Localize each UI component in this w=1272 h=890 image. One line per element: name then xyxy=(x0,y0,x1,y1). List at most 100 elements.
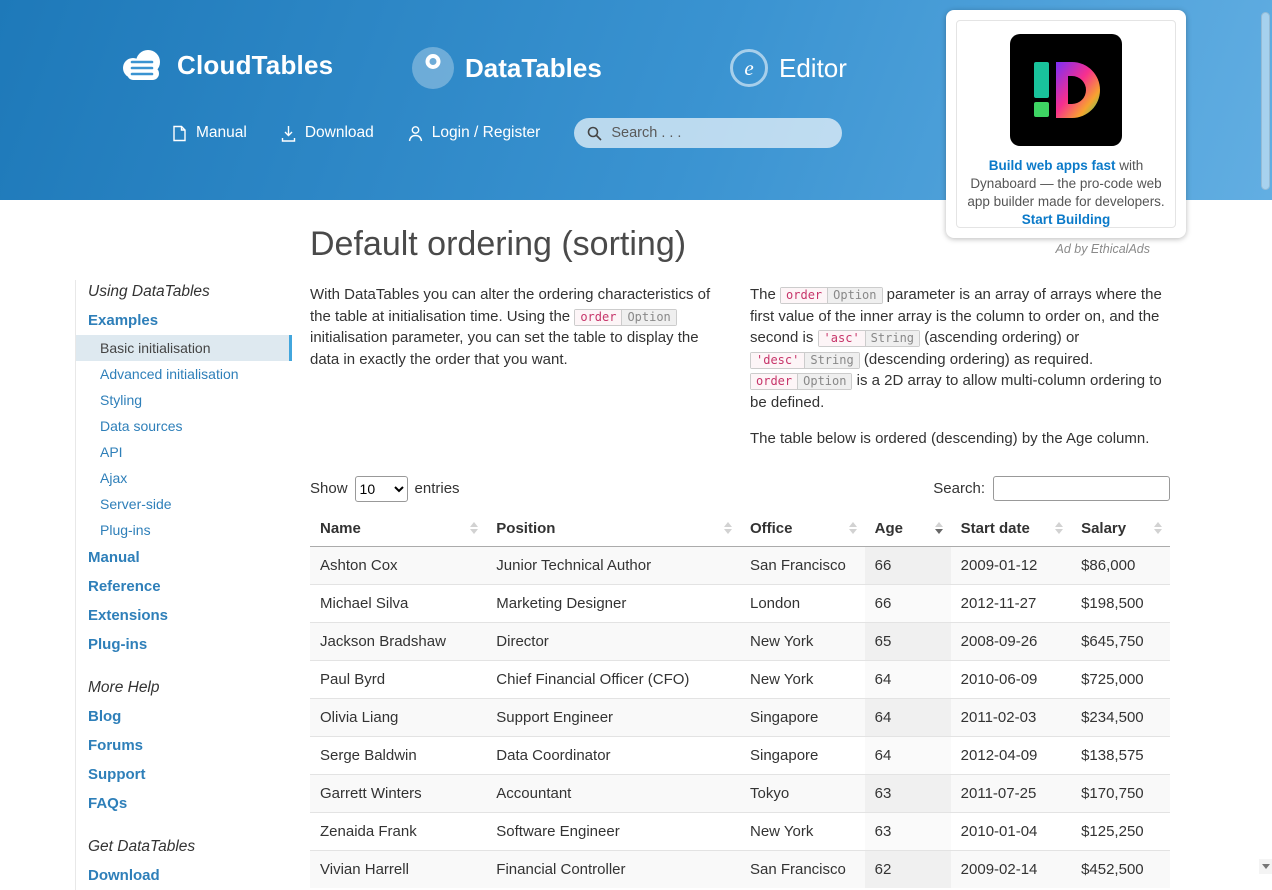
column-label: Age xyxy=(875,520,903,537)
code-tag-type: Option xyxy=(797,374,851,389)
sidebar-item-examples[interactable]: Examples xyxy=(76,306,292,335)
sidebar-item-support[interactable]: Support xyxy=(76,760,292,789)
page-length-select[interactable]: 10 xyxy=(355,476,408,502)
table-row[interactable]: Olivia LiangSupport EngineerSingapore642… xyxy=(310,698,1170,736)
cell-position: Financial Controller xyxy=(486,850,740,888)
table-search-input[interactable] xyxy=(993,476,1170,501)
sidebar-item-server-side[interactable]: Server-side xyxy=(76,491,292,517)
sidebar-item-plug-ins[interactable]: Plug-ins xyxy=(76,517,292,543)
sidebar-item-data-sources[interactable]: Data sources xyxy=(76,413,292,439)
entries-label: entries xyxy=(415,480,460,497)
code-tag-order[interactable]: orderOption xyxy=(780,287,882,304)
cell-office: Singapore xyxy=(740,698,865,736)
sidebar-item-styling[interactable]: Styling xyxy=(76,387,292,413)
column-header-salary[interactable]: Salary xyxy=(1071,511,1170,547)
sort-icons xyxy=(1154,522,1162,534)
scrollbar-thumb[interactable] xyxy=(1261,12,1270,190)
sort-asc-icon xyxy=(724,522,732,527)
cell-position: Accountant xyxy=(486,774,740,812)
cell-position: Data Coordinator xyxy=(486,736,740,774)
datatables-label: DataTables xyxy=(465,53,602,84)
table-row[interactable]: Zenaida FrankSoftware EngineerNew York63… xyxy=(310,812,1170,850)
cell-salary: $725,000 xyxy=(1071,660,1170,698)
code-tag-name: order xyxy=(781,288,827,303)
ad-link-build-web-apps[interactable]: Build web apps fast xyxy=(989,158,1116,173)
cell-start-date: 2011-07-25 xyxy=(951,774,1071,812)
column-header-name[interactable]: Name xyxy=(310,511,486,547)
column-header-start-date[interactable]: Start date xyxy=(951,511,1071,547)
editor-label: Editor xyxy=(779,53,847,84)
sidebar-item-basic-initialisation[interactable]: Basic initialisation xyxy=(76,335,292,361)
sidebar-item-plug-ins[interactable]: Plug-ins xyxy=(76,630,292,659)
sort-asc-icon xyxy=(849,522,857,527)
nav-manual-label: Manual xyxy=(196,124,247,142)
search-icon xyxy=(587,126,602,141)
data-table: Name Position Office Age Start dateSalary As… xyxy=(310,511,1170,888)
datatables-logo[interactable]: DataTables xyxy=(412,47,602,89)
table-row[interactable]: Paul ByrdChief Financial Officer (CFO)Ne… xyxy=(310,660,1170,698)
table-row[interactable]: Michael SilvaMarketing DesignerLondon662… xyxy=(310,584,1170,622)
code-tag-asc[interactable]: 'asc'String xyxy=(818,330,920,347)
download-icon xyxy=(281,125,296,142)
table-row[interactable]: Vivian HarrellFinancial ControllerSan Fr… xyxy=(310,850,1170,888)
cell-age: 64 xyxy=(865,660,951,698)
editor-logo[interactable]: e Editor xyxy=(730,49,847,87)
table-row[interactable]: Garrett WintersAccountantTokyo632011-07-… xyxy=(310,774,1170,812)
intro-text-segment: The xyxy=(750,286,780,303)
intro-left-paragraph: With DataTables you can alter the orderi… xyxy=(310,284,730,370)
user-icon xyxy=(408,125,423,142)
table-head: Name Position Office Age Start dateSalary xyxy=(310,511,1170,547)
table-row[interactable]: Serge BaldwinData CoordinatorSingapore64… xyxy=(310,736,1170,774)
sidebar-item-advanced-initialisation[interactable]: Advanced initialisation xyxy=(76,361,292,387)
code-tag-name: 'asc' xyxy=(819,331,865,346)
sidebar-item-faqs[interactable]: FAQs xyxy=(76,789,292,818)
header-search-input[interactable] xyxy=(611,125,829,141)
nav-login-register[interactable]: Login / Register xyxy=(408,124,541,142)
cloudtables-logo[interactable]: CloudTables xyxy=(118,47,333,83)
scrollbar[interactable] xyxy=(1259,0,1272,874)
cell-salary: $234,500 xyxy=(1071,698,1170,736)
nav-login-label: Login / Register xyxy=(432,124,541,142)
scrollbar-down-button[interactable] xyxy=(1259,859,1272,874)
table-row[interactable]: Jackson BradshawDirectorNew York652008-0… xyxy=(310,622,1170,660)
sort-desc-icon xyxy=(1055,529,1063,534)
sidebar-item-api[interactable]: API xyxy=(76,439,292,465)
sidebar-heading-more-help: More Help xyxy=(76,676,292,702)
intro: With DataTables you can alter the orderi… xyxy=(310,284,1170,450)
code-tag-order[interactable]: orderOption xyxy=(574,309,676,326)
sidebar-item-extensions[interactable]: Extensions xyxy=(76,601,292,630)
intro-right-paragraph: The orderOption parameter is an array of… xyxy=(750,284,1170,413)
cell-name: Paul Byrd xyxy=(310,660,486,698)
sort-icons xyxy=(1055,522,1063,534)
cell-position: Marketing Designer xyxy=(486,584,740,622)
code-tag-desc[interactable]: 'desc'String xyxy=(750,352,860,369)
cell-salary: $198,500 xyxy=(1071,584,1170,622)
sidebar-item-forums[interactable]: Forums xyxy=(76,731,292,760)
sort-asc-icon xyxy=(1055,522,1063,527)
cell-start-date: 2009-01-12 xyxy=(951,546,1071,584)
sidebar-item-blog[interactable]: Blog xyxy=(76,702,292,731)
nav-manual[interactable]: Manual xyxy=(172,124,247,142)
header-search[interactable] xyxy=(574,118,842,148)
table-row[interactable]: Ashton CoxJunior Technical AuthorSan Fra… xyxy=(310,546,1170,584)
sidebar-item-manual[interactable]: Manual xyxy=(76,543,292,572)
nav-download[interactable]: Download xyxy=(281,124,374,142)
table-filter-control: Search: xyxy=(933,476,1170,501)
cell-salary: $645,750 xyxy=(1071,622,1170,660)
sidebar-item-reference[interactable]: Reference xyxy=(76,572,292,601)
cloudtables-cloud-icon xyxy=(118,47,166,83)
cell-office: San Francisco xyxy=(740,546,865,584)
cell-name: Olivia Liang xyxy=(310,698,486,736)
cell-age: 65 xyxy=(865,622,951,660)
column-header-age[interactable]: Age xyxy=(865,511,951,547)
code-tag-order[interactable]: orderOption xyxy=(750,373,852,390)
sidebar-item-download[interactable]: Download xyxy=(76,861,292,890)
table-order-note: The table below is ordered (descending) … xyxy=(750,428,1170,450)
cell-salary: $138,575 xyxy=(1071,736,1170,774)
column-header-position[interactable]: Position xyxy=(486,511,740,547)
cell-office: London xyxy=(740,584,865,622)
column-label: Position xyxy=(496,520,555,537)
column-header-office[interactable]: Office xyxy=(740,511,865,547)
sort-desc-icon xyxy=(935,529,943,534)
sidebar-item-ajax[interactable]: Ajax xyxy=(76,465,292,491)
